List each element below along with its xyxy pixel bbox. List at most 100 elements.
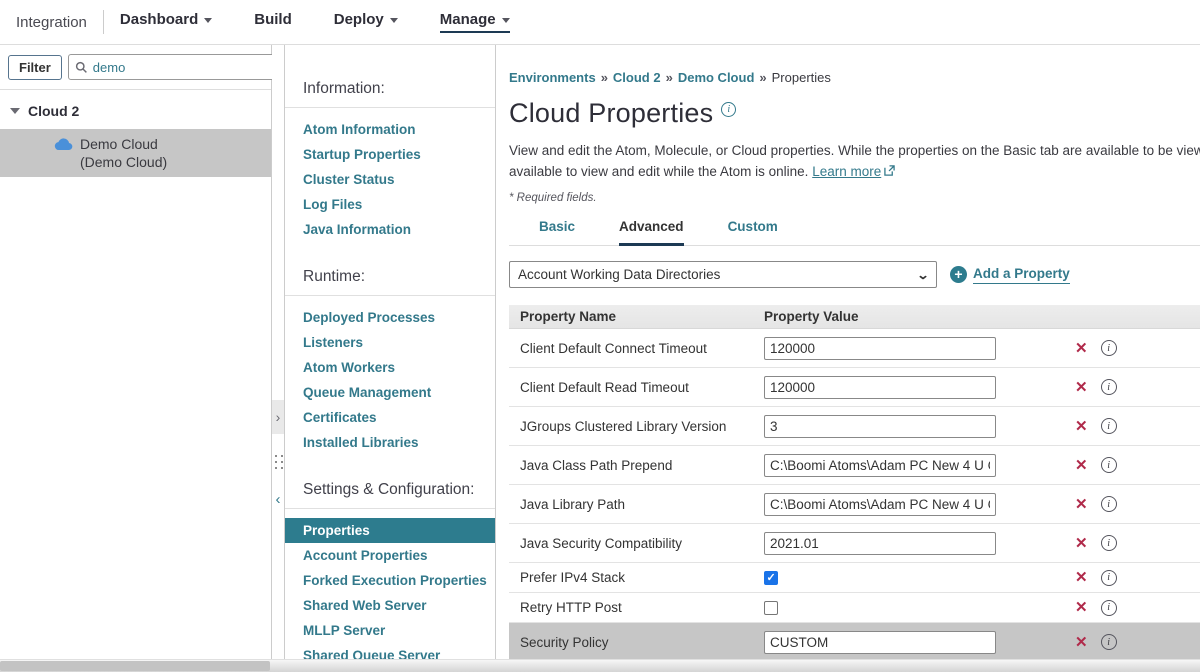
splitter-grip-handle[interactable] (274, 445, 283, 479)
top-nav: Integration Dashboard Build Deploy Manage (0, 0, 1200, 45)
menu-item-listeners[interactable]: Listeners (285, 330, 495, 355)
property-info-icon[interactable]: i (1101, 418, 1117, 434)
horizontal-scrollbar-thumb[interactable] (0, 661, 270, 671)
menu-item-startup-properties[interactable]: Startup Properties (285, 142, 495, 167)
property-info-icon[interactable]: i (1101, 379, 1117, 395)
row-actions: ✕i (1075, 457, 1200, 473)
nav-item-manage[interactable]: Manage (440, 11, 510, 33)
menu-item-atom-information[interactable]: Atom Information (285, 117, 495, 142)
menu-section-items: PropertiesAccount PropertiesForked Execu… (285, 509, 495, 659)
property-value-cell (764, 376, 1075, 399)
property-info-icon[interactable]: i (1101, 634, 1117, 650)
property-value-input[interactable] (764, 415, 996, 438)
property-checkbox[interactable] (764, 601, 778, 615)
table-row: Java Security Compatibility ✕ i (509, 524, 1200, 563)
tab-basic[interactable]: Basic (539, 219, 575, 246)
delete-property-icon[interactable]: ✕ (1075, 635, 1088, 650)
menu-item-properties[interactable]: Properties (285, 518, 495, 543)
property-value-input[interactable] (764, 493, 996, 516)
delete-property-icon[interactable]: ✕ (1075, 570, 1088, 585)
collapse-panel-icon[interactable]: ‹ (272, 488, 284, 510)
property-name-label: Java Security Compatibility (509, 536, 764, 551)
breadcrumb-link-demo-cloud[interactable]: Demo Cloud (678, 70, 755, 85)
learn-more-link[interactable]: Learn more (812, 164, 881, 179)
property-value-cell (764, 454, 1075, 477)
chevron-down-icon (390, 18, 398, 23)
tab-advanced[interactable]: Advanced (619, 219, 684, 246)
title-info-icon[interactable]: i (721, 102, 736, 117)
expand-panel-icon[interactable]: › (272, 400, 284, 434)
property-name-label: Client Default Read Timeout (509, 380, 764, 395)
property-value-input[interactable] (764, 631, 996, 654)
property-value-input[interactable] (764, 376, 996, 399)
search-box[interactable]: ✕ (68, 54, 295, 80)
horizontal-scrollbar[interactable] (0, 659, 1200, 672)
delete-property-icon[interactable]: ✕ (1075, 458, 1088, 473)
main-content: Environments»Cloud 2»Demo Cloud»Properti… (496, 45, 1200, 659)
menu-item-java-information[interactable]: Java Information (285, 217, 495, 242)
property-value-input[interactable] (764, 532, 996, 555)
property-info-icon[interactable]: i (1101, 457, 1117, 473)
property-value-input[interactable] (764, 337, 996, 360)
menu-section-title: Settings & Configuration: (285, 481, 495, 508)
delete-property-icon[interactable]: ✕ (1075, 536, 1088, 551)
menu-item-log-files[interactable]: Log Files (285, 192, 495, 217)
breadcrumb-link-cloud-2[interactable]: Cloud 2 (613, 70, 661, 85)
menu-section-items: Deployed ProcessesListenersAtom WorkersQ… (285, 296, 495, 481)
menu-item-cluster-status[interactable]: Cluster Status (285, 167, 495, 192)
tree-group-cloud-2[interactable]: Cloud 2 (0, 100, 271, 122)
nav-divider (103, 10, 104, 34)
delete-property-icon[interactable]: ✕ (1075, 380, 1088, 395)
row-actions: ✕i (1075, 634, 1200, 650)
menu-item-account-properties[interactable]: Account Properties (285, 543, 495, 568)
filter-button[interactable]: Filter (8, 55, 62, 80)
search-input[interactable] (93, 60, 269, 75)
breadcrumb-link-environments[interactable]: Environments (509, 70, 596, 85)
delete-property-icon[interactable]: ✕ (1075, 419, 1088, 434)
add-property-button[interactable]: + Add a Property (950, 266, 1070, 284)
property-info-icon[interactable]: i (1101, 340, 1117, 356)
panel-splitter[interactable]: › ‹ (272, 45, 285, 659)
tree-node-demo-cloud[interactable]: Demo Cloud (Demo Cloud) (0, 129, 271, 177)
menu-item-atom-workers[interactable]: Atom Workers (285, 355, 495, 380)
nav-item-deploy[interactable]: Deploy (334, 11, 398, 33)
table-row: Java Class Path Prepend✕i (509, 446, 1200, 485)
delete-property-icon[interactable]: ✕ (1075, 497, 1088, 512)
table-row: Prefer IPv4 Stack✕i (509, 563, 1200, 593)
property-value-cell (764, 631, 1075, 654)
property-value-cell (764, 571, 1075, 585)
menu-item-certificates[interactable]: Certificates (285, 405, 495, 430)
description-line-1: View and edit the Atom, Molecule, or Clo… (509, 140, 1200, 161)
property-info-icon[interactable]: i (1101, 600, 1117, 616)
select-chevron-icon: ⌄ (916, 268, 929, 282)
nav-item-build[interactable]: Build (254, 11, 292, 33)
delete-property-icon[interactable]: ✕ (1075, 600, 1088, 615)
app-brand[interactable]: Integration (16, 14, 87, 31)
property-value-input[interactable] (764, 454, 996, 477)
property-checkbox[interactable] (764, 571, 778, 585)
property-info-icon[interactable]: i (1101, 535, 1117, 551)
menu-section-title: Runtime: (285, 268, 495, 295)
menu-item-deployed-processes[interactable]: Deployed Processes (285, 305, 495, 330)
menu-item-shared-queue-server[interactable]: Shared Queue Server (285, 643, 495, 659)
nav-item-label: Deploy (334, 11, 384, 28)
tab-custom[interactable]: Custom (728, 219, 778, 246)
menu-item-forked-execution-properties[interactable]: Forked Execution Properties (285, 568, 495, 593)
main-nav: Dashboard Build Deploy Manage (120, 11, 510, 33)
property-group-select[interactable]: Account Working Data Directories ⌄ (509, 261, 937, 288)
property-info-icon[interactable]: i (1101, 496, 1117, 512)
property-name-label: Retry HTTP Post (509, 600, 764, 615)
property-selector-row: Account Working Data Directories ⌄ + Add… (509, 261, 1200, 288)
menu-item-queue-management[interactable]: Queue Management (285, 380, 495, 405)
nav-item-dashboard[interactable]: Dashboard (120, 11, 212, 33)
menu-item-installed-libraries[interactable]: Installed Libraries (285, 430, 495, 455)
app-root: Integration Dashboard Build Deploy Manage F… (0, 0, 1200, 672)
delete-property-icon[interactable]: ✕ (1075, 341, 1088, 356)
tree-node-name: Demo Cloud (80, 135, 261, 153)
menu-item-shared-web-server[interactable]: Shared Web Server (285, 593, 495, 618)
property-info-icon[interactable]: i (1101, 570, 1117, 586)
tree-toolbar: Filter ✕ + New (0, 45, 271, 90)
breadcrumb-current: Properties (772, 70, 831, 85)
menu-item-mllp-server[interactable]: MLLP Server (285, 618, 495, 643)
cloud-icon (54, 138, 73, 151)
